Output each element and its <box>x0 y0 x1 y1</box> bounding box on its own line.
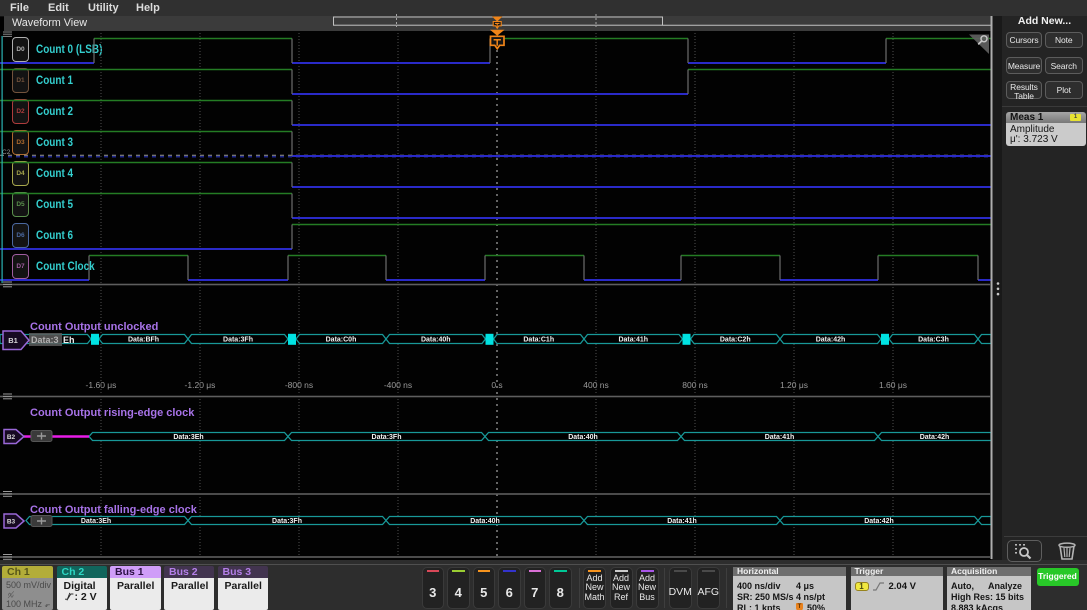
svg-text:Eh: Eh <box>63 335 75 345</box>
svg-text:Data:41h: Data:41h <box>765 434 795 441</box>
svg-text:Data:C0h: Data:C0h <box>326 337 357 344</box>
svg-text:Data:41h: Data:41h <box>618 337 648 344</box>
svg-text:Data:42h: Data:42h <box>864 518 894 525</box>
svg-text:B2: B2 <box>7 434 16 441</box>
svg-text:B1: B1 <box>8 336 18 345</box>
svg-text:Data:40h: Data:40h <box>470 518 500 525</box>
svg-text:Data:3Fh: Data:3Fh <box>223 337 253 344</box>
svg-text:Data:3Eh: Data:3Eh <box>173 434 203 441</box>
svg-text:Data:3Fh: Data:3Fh <box>272 518 302 525</box>
svg-text:B3: B3 <box>7 519 16 526</box>
svg-text:Data:40h: Data:40h <box>421 337 451 344</box>
svg-text:Data:40h: Data:40h <box>568 434 598 441</box>
svg-text:Data:C3h: Data:C3h <box>918 337 949 344</box>
svg-text:Data:BFh: Data:BFh <box>128 337 159 344</box>
svg-text:Data:3: Data:3 <box>31 335 59 345</box>
svg-text:Data:3Eh: Data:3Eh <box>81 518 111 525</box>
svg-text:Data:C2h: Data:C2h <box>720 337 751 344</box>
svg-text:Data:42h: Data:42h <box>920 434 950 441</box>
svg-text:Data:3Fh: Data:3Fh <box>372 434 402 441</box>
svg-text:Data:C1h: Data:C1h <box>523 337 554 344</box>
svg-text:Data:42h: Data:42h <box>816 337 846 344</box>
svg-text:Data:41h: Data:41h <box>667 518 697 525</box>
